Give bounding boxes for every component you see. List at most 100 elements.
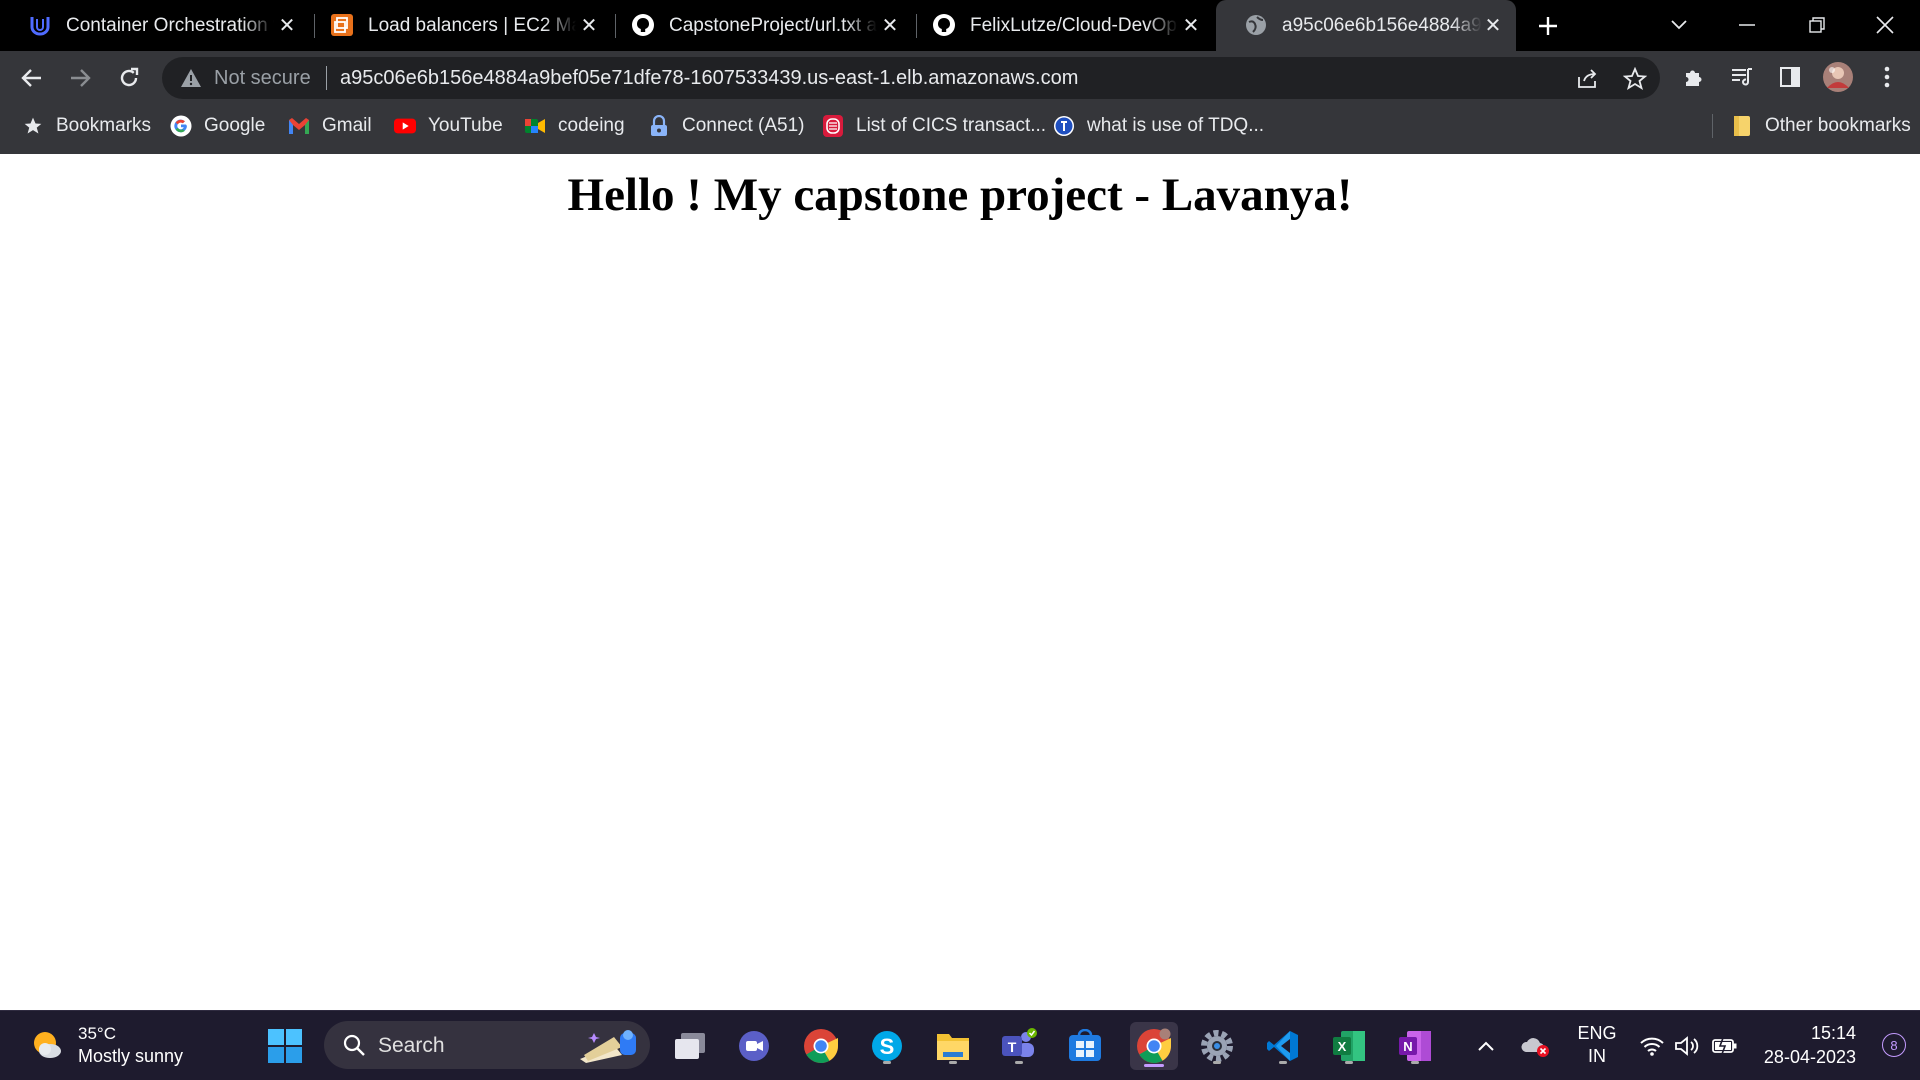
close-icon[interactable]: ✕ bbox=[576, 12, 602, 38]
tab-title: CapstoneProject/url.txt at bbox=[669, 14, 877, 36]
globe-icon bbox=[1244, 13, 1268, 37]
tab-search-chevron-icon[interactable] bbox=[1662, 8, 1696, 42]
volume-icon[interactable] bbox=[1672, 1025, 1704, 1067]
bookmark-cics[interactable]: List of CICS transact... bbox=[822, 112, 1046, 140]
settings-icon[interactable] bbox=[1196, 1025, 1238, 1067]
vscode-icon[interactable] bbox=[1262, 1025, 1304, 1067]
search-label: Search bbox=[378, 1034, 445, 1057]
clock-time: 15:14 bbox=[1810, 1023, 1856, 1043]
side-panel-icon[interactable] bbox=[1775, 62, 1805, 92]
bookmark-label: Other bookmarks bbox=[1765, 115, 1911, 136]
teams-icon[interactable]: T bbox=[998, 1025, 1040, 1067]
book-icon bbox=[822, 115, 844, 137]
onenote-icon[interactable]: N bbox=[1394, 1025, 1436, 1067]
aws-ec2-icon bbox=[330, 13, 354, 37]
bookmark-codeing[interactable]: codeing bbox=[524, 112, 625, 140]
bookmark-label: Google bbox=[204, 115, 266, 136]
chat-icon[interactable] bbox=[733, 1025, 775, 1067]
running-indicator bbox=[1279, 1061, 1287, 1064]
close-icon[interactable]: ✕ bbox=[1480, 12, 1506, 38]
weather-condition: Mostly sunny bbox=[78, 1046, 184, 1066]
bookmark-label: what is use of TDQ... bbox=[1087, 115, 1265, 136]
back-button[interactable] bbox=[14, 60, 50, 96]
svg-text:T: T bbox=[1008, 1039, 1017, 1055]
meet-icon bbox=[524, 115, 546, 137]
warning-icon[interactable] bbox=[180, 67, 202, 89]
task-view-icon[interactable] bbox=[669, 1025, 711, 1067]
chrome-active-icon[interactable] bbox=[1130, 1022, 1178, 1070]
bookmark-connect-a51[interactable]: Connect (A51) bbox=[648, 112, 805, 140]
security-status-text[interactable]: Not secure bbox=[214, 67, 311, 90]
bookmark-label: YouTube bbox=[428, 115, 503, 136]
tab-container-orchestration[interactable]: Container Orchestration w ✕ bbox=[0, 0, 310, 51]
url-text[interactable]: a95c06e6b156e4884a9bef05e71dfe78-1607533… bbox=[340, 67, 1078, 90]
close-icon[interactable]: ✕ bbox=[274, 12, 300, 38]
running-indicator bbox=[949, 1061, 957, 1064]
avatar[interactable] bbox=[1823, 62, 1853, 92]
address-bar[interactable]: Not secure a95c06e6b156e4884a9bef05e71df… bbox=[162, 57, 1660, 99]
tab-active-elb[interactable]: a95c06e6b156e4884a9be ✕ bbox=[1216, 0, 1516, 51]
battery-icon[interactable] bbox=[1708, 1025, 1742, 1067]
region-code: IN bbox=[1588, 1046, 1606, 1066]
store-icon[interactable] bbox=[1064, 1025, 1106, 1067]
language-indicator[interactable]: ENG IN bbox=[1576, 1022, 1618, 1068]
minimize-icon[interactable] bbox=[1730, 8, 1764, 42]
tab-felixlutze[interactable]: FelixLutze/Cloud-DevOps ✕ bbox=[904, 0, 1214, 51]
bookmark-label: Connect (A51) bbox=[682, 115, 805, 136]
restore-icon[interactable] bbox=[1800, 8, 1834, 42]
taskbar-search-box[interactable]: Search bbox=[324, 1021, 650, 1069]
youtube-icon bbox=[394, 115, 416, 137]
extensions-icon[interactable] bbox=[1679, 62, 1709, 92]
svg-text:X: X bbox=[1338, 1039, 1347, 1054]
bookmark-label: codeing bbox=[558, 115, 625, 136]
reload-button[interactable] bbox=[111, 60, 147, 96]
search-icon bbox=[342, 1033, 366, 1062]
forward-button[interactable] bbox=[62, 60, 98, 96]
tab-title: Container Orchestration w bbox=[66, 14, 274, 36]
onedrive-error-icon[interactable] bbox=[1518, 1025, 1554, 1067]
gmail-icon bbox=[288, 115, 310, 137]
new-tab-button[interactable] bbox=[1532, 10, 1564, 42]
share-icon[interactable] bbox=[1574, 66, 1600, 92]
bookmark-star-icon[interactable] bbox=[1622, 66, 1648, 92]
tab-title: a95c06e6b156e4884a9be bbox=[1282, 14, 1482, 36]
reading-list-icon[interactable] bbox=[1727, 62, 1757, 92]
close-window-icon[interactable] bbox=[1868, 8, 1902, 42]
windows-start-icon[interactable] bbox=[264, 1025, 306, 1067]
excel-icon[interactable]: X bbox=[1328, 1025, 1370, 1067]
page-content: Hello ! My capstone project - Lavanya! bbox=[0, 154, 1920, 1010]
clock[interactable]: 15:14 28-04-2023 bbox=[1764, 1021, 1856, 1069]
weather-temperature: 35°C bbox=[78, 1024, 116, 1043]
wifi-icon[interactable] bbox=[1636, 1025, 1668, 1067]
running-indicator bbox=[1213, 1061, 1221, 1064]
tab-title: FelixLutze/Cloud-DevOps bbox=[970, 14, 1178, 36]
file-explorer-icon[interactable] bbox=[932, 1025, 974, 1067]
weather-widget[interactable]: 35°C Mostly sunny bbox=[30, 1023, 183, 1067]
tab-capstone-url[interactable]: CapstoneProject/url.txt at ✕ bbox=[603, 0, 913, 51]
omnibox-divider bbox=[326, 66, 327, 90]
star-icon bbox=[22, 115, 44, 137]
menu-dots-icon[interactable] bbox=[1872, 62, 1902, 92]
bookmark-label: List of CICS transact... bbox=[856, 115, 1047, 136]
close-icon[interactable]: ✕ bbox=[1178, 12, 1204, 38]
bookmark-other[interactable]: Other bookmarks bbox=[1731, 112, 1911, 140]
udacity-icon bbox=[28, 13, 52, 37]
chrome-icon[interactable] bbox=[800, 1025, 842, 1067]
bookmark-youtube[interactable]: YouTube bbox=[394, 112, 503, 140]
close-icon[interactable]: ✕ bbox=[877, 12, 903, 38]
notification-badge[interactable]: 8 bbox=[1882, 1033, 1906, 1057]
bookmark-bookmarks[interactable]: Bookmarks bbox=[22, 112, 151, 140]
running-indicator bbox=[1015, 1061, 1023, 1064]
bookmark-gmail[interactable]: Gmail bbox=[288, 112, 372, 140]
skype-icon[interactable]: S bbox=[866, 1025, 908, 1067]
bookmark-google[interactable]: Google bbox=[170, 112, 265, 140]
tab-title: Load balancers | EC2 Man bbox=[368, 14, 576, 36]
google-icon bbox=[170, 115, 192, 137]
active-indicator bbox=[1144, 1064, 1164, 1067]
search-highlight-icon bbox=[574, 1025, 640, 1070]
lock-icon bbox=[648, 115, 670, 137]
bookmark-tdq[interactable]: what is use of TDQ... bbox=[1053, 112, 1264, 140]
svg-text:S: S bbox=[880, 1034, 895, 1059]
tab-load-balancers[interactable]: Load balancers | EC2 Man ✕ bbox=[302, 0, 612, 51]
show-hidden-icons-chevron-icon[interactable] bbox=[1470, 1025, 1502, 1067]
